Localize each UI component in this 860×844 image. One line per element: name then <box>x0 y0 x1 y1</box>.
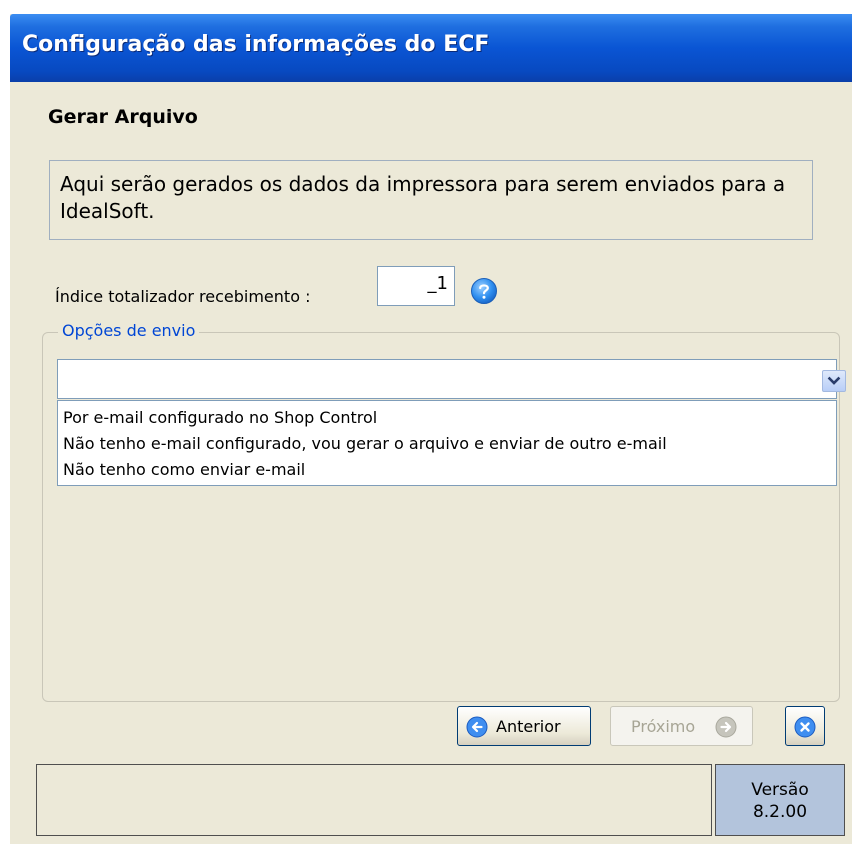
index-input[interactable]: _1 <box>377 266 455 306</box>
version-box: Versão 8.2.00 <box>715 764 845 836</box>
send-options-legend: Opções de envio <box>58 321 200 340</box>
description-text: Aqui serão gerados os dados da impressor… <box>60 172 786 223</box>
close-button[interactable] <box>785 706 825 746</box>
send-option-item[interactable]: Por e-mail configurado no Shop Control <box>58 405 836 431</box>
title-bar[interactable]: Configuração das informações do ECF <box>10 14 852 82</box>
wizard-window: Configuração das informações do ECF Gera… <box>10 14 852 844</box>
arrow-right-icon <box>715 716 737 738</box>
next-button-label: Próximo <box>631 717 696 736</box>
index-field-label: Índice totalizador recebimento : <box>55 287 311 306</box>
previous-button[interactable]: Anterior <box>457 706 591 746</box>
description-box: Aqui serão gerados os dados da impressor… <box>49 160 813 240</box>
page-heading: Gerar Arquivo <box>48 106 198 128</box>
arrow-left-icon <box>466 716 488 738</box>
help-icon[interactable] <box>470 277 498 305</box>
version-number: 8.2.00 <box>752 802 808 822</box>
next-button[interactable]: Próximo <box>610 706 753 746</box>
status-bar <box>36 764 712 836</box>
send-options-select[interactable] <box>57 359 837 399</box>
send-option-item[interactable]: Não tenho como enviar e-mail <box>58 457 836 483</box>
version-label: Versão <box>751 780 809 800</box>
send-option-item[interactable]: Não tenho e-mail configurado, vou gerar … <box>58 431 836 457</box>
send-options-dropdown-list: Por e-mail configurado no Shop Control N… <box>57 400 837 486</box>
chevron-down-icon[interactable] <box>822 370 846 392</box>
previous-button-label: Anterior <box>496 717 561 736</box>
window-title: Configuração das informações do ECF <box>22 32 490 57</box>
close-icon <box>794 716 816 738</box>
